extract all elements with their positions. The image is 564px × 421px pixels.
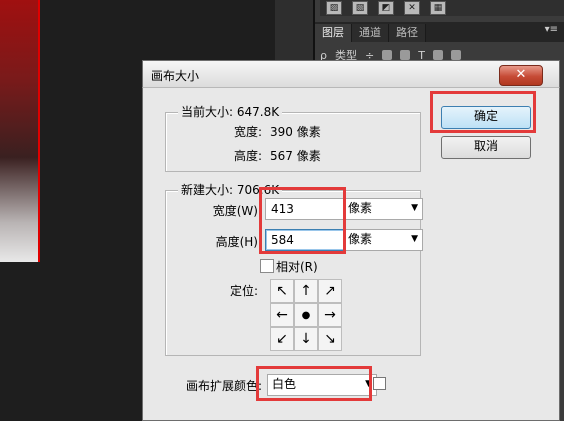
anchor-right[interactable]: → [318,303,342,327]
new-height-label: 高度(H): [215,235,262,249]
annotation-highlight-size-inputs [259,187,346,254]
tab-paths[interactable]: 路径 [389,24,426,42]
width-unit-value: 像素 [348,201,373,215]
annotation-highlight-extension-color [256,366,372,401]
relative-checkbox[interactable] [260,259,274,273]
extension-color-swatch[interactable] [373,377,386,390]
layers-panel-tabs: 图层 通道 路径 ▾≡ [315,22,564,42]
adjustment-icon[interactable]: ▧ [352,1,368,15]
anchor-left[interactable]: ← [270,303,294,327]
shape-filter-icon[interactable] [432,50,443,60]
annotation-highlight-ok [430,91,536,133]
close-button[interactable]: ✕ [499,65,543,86]
anchor-bottom-right[interactable]: ↘ [318,327,342,351]
width-unit-select[interactable]: 像素 ▼ [343,198,423,220]
current-size-label: 当前大小: 647.8K [178,103,283,120]
cancel-button[interactable]: 取消 [441,136,531,159]
canvas-photo [0,0,38,262]
current-height-label: 高度: [233,149,262,163]
anchor-top-left[interactable]: ↖ [270,279,294,303]
anchor-top[interactable]: ↑ [294,279,318,303]
anchor-label: 定位: [230,284,259,298]
anchor-bottom[interactable]: ↓ [294,327,318,351]
adjustment-icon[interactable]: ✕ [404,1,420,15]
anchor-bottom-left[interactable]: ↙ [270,327,294,351]
adjustment-filter-icon[interactable] [400,50,411,60]
adjustment-icon[interactable]: ◩ [378,1,394,15]
chevron-down-icon: ▼ [411,234,418,244]
new-width-label: 宽度(W): [212,204,262,218]
tab-channels[interactable]: 通道 [352,24,389,42]
current-width-label: 宽度: [233,125,262,139]
anchor-grid: ↖ ↑ ↗ ← ● → ↙ ↓ ↘ [270,279,342,351]
anchor-top-right[interactable]: ↗ [318,279,342,303]
image-filter-icon[interactable] [382,50,393,60]
height-unit-value: 像素 [348,232,373,246]
panel-menu-icon[interactable]: ▾≡ [545,24,558,35]
anchor-center[interactable]: ● [294,303,318,327]
smart-object-filter-icon[interactable] [450,50,461,60]
relative-label[interactable]: 相对(R) [276,258,318,275]
current-height-value: 567 像素 [270,149,321,163]
adjustment-icon[interactable]: ▨ [326,1,342,15]
adjustment-icons-row: ▨ ▧ ◩ ✕ ▦ [320,0,564,16]
height-unit-select[interactable]: 像素 ▼ [343,229,423,251]
chevron-down-icon: ▼ [411,203,418,213]
extension-color-label: 画布扩展颜色: [186,379,263,393]
adjustment-icon[interactable]: ▦ [430,1,446,15]
dialog-titlebar[interactable]: 画布大小 ✕ [142,60,560,88]
tab-layers[interactable]: 图层 [315,24,352,42]
dialog-title: 画布大小 [151,69,200,83]
current-width-value: 390 像素 [270,125,321,139]
